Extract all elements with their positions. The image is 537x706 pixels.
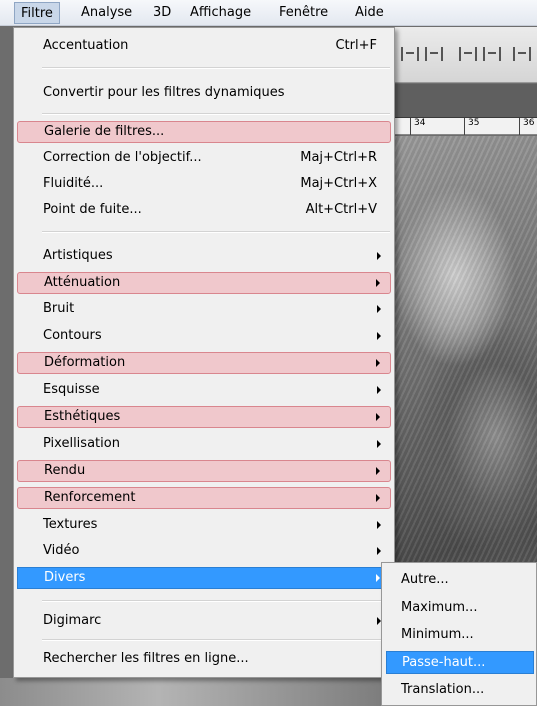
menu-item-label: Pixellisation xyxy=(43,436,120,451)
submenu-arrow-icon xyxy=(376,413,380,421)
menu-fenetre[interactable]: Fenêtre xyxy=(273,2,334,24)
menu-separator xyxy=(42,67,390,69)
image-canvas-lower[interactable] xyxy=(0,678,395,706)
menu-item-label: Point de fuite... xyxy=(43,202,142,217)
menu-item-esquisse[interactable]: Esquisse xyxy=(17,379,391,401)
menu-item-shortcut: Maj+Ctrl+R xyxy=(300,150,377,165)
menu-item-video[interactable]: Vidéo xyxy=(17,540,391,562)
submenu-arrow-icon xyxy=(377,305,381,313)
submenu-arrow-icon xyxy=(377,547,381,555)
menu-item-label: Esthétiques xyxy=(44,409,121,424)
menu-item-label: Contours xyxy=(43,328,102,343)
menu-item-label: Vidéo xyxy=(43,543,80,558)
menu-item-artistiques[interactable]: Artistiques xyxy=(17,245,391,267)
menu-item-label: Fluidité... xyxy=(43,176,104,191)
menu-analyse[interactable]: Analyse xyxy=(75,2,138,24)
ruler-tick: 34 xyxy=(410,118,425,135)
menu-filtre[interactable]: Filtre xyxy=(14,2,60,24)
menu-aide[interactable]: Aide xyxy=(349,2,390,24)
menu-item-label: Esquisse xyxy=(43,382,100,397)
menu-item-renforcement[interactable]: Renforcement xyxy=(17,487,391,509)
submenu-arrow-icon xyxy=(376,279,380,287)
menu-item-contours[interactable]: Contours xyxy=(17,325,391,347)
menu-item-label: Artistiques xyxy=(43,248,113,263)
submenu-arrow-icon xyxy=(377,440,381,448)
menu-item-label: Accentuation xyxy=(43,38,129,53)
menu-3d[interactable]: 3D xyxy=(147,2,177,24)
menu-bar: Filtre Analyse 3D Affichage Fenêtre Aide xyxy=(0,0,537,26)
menu-item-digimarc[interactable]: Digimarc xyxy=(17,610,391,632)
menu-affichage[interactable]: Affichage xyxy=(184,2,257,24)
menu-item-label: Convertir pour les filtres dynamiques xyxy=(43,85,285,100)
menu-item-label: Déformation xyxy=(44,355,126,370)
submenu-arrow-icon xyxy=(376,359,380,367)
menu-item-label: Textures xyxy=(43,517,98,532)
menu-separator xyxy=(42,639,390,641)
menu-item-rechercher-en-ligne[interactable]: Rechercher les filtres en ligne... xyxy=(17,648,391,670)
menu-item-label: Digimarc xyxy=(43,613,102,628)
distribute-left-icon[interactable] xyxy=(459,47,477,61)
menu-item-label: Atténuation xyxy=(44,275,121,290)
menu-item-rendu[interactable]: Rendu xyxy=(17,460,391,482)
menu-item-shortcut: Alt+Ctrl+V xyxy=(305,202,377,217)
menu-item-fluidite[interactable]: Fluidité... Maj+Ctrl+X xyxy=(17,173,391,195)
menu-item-label: Rendu xyxy=(44,463,86,478)
submenu-arrow-icon xyxy=(377,386,381,394)
submenu-arrow-icon xyxy=(376,494,380,502)
menu-separator xyxy=(42,231,390,233)
menu-item-label: Divers xyxy=(44,570,86,585)
menu-item-pixellisation[interactable]: Pixellisation xyxy=(17,433,391,455)
submenu-item-minimum[interactable]: Minimum... xyxy=(386,623,534,646)
submenu-arrow-icon xyxy=(377,332,381,340)
submenu-item-autre[interactable]: Autre... xyxy=(386,568,534,591)
submenu-arrow-icon xyxy=(376,574,380,582)
horizontal-ruler: 34 35 36 xyxy=(395,118,537,135)
menu-item-divers[interactable]: Divers xyxy=(17,567,391,589)
filter-menu: Accentuation Ctrl+F Convertir pour les f… xyxy=(13,27,395,678)
ruler-tick: 36 xyxy=(519,118,534,135)
menu-item-correction[interactable]: Correction de l'objectif... Maj+Ctrl+R xyxy=(17,147,391,169)
menu-item-esthetiques[interactable]: Esthétiques xyxy=(17,406,391,428)
menu-item-shortcut: Maj+Ctrl+X xyxy=(300,176,377,191)
distribute-top-icon[interactable] xyxy=(401,47,419,61)
submenu-arrow-icon xyxy=(376,467,380,475)
submenu-item-passe-haut[interactable]: Passe-haut... xyxy=(386,651,534,674)
menu-item-convert-smart-filters[interactable]: Convertir pour les filtres dynamiques xyxy=(17,82,391,104)
menu-item-label: Rechercher les filtres en ligne... xyxy=(43,651,249,666)
distribute-hcenter-icon[interactable] xyxy=(483,47,501,61)
menu-separator xyxy=(42,113,390,115)
options-bar xyxy=(395,27,537,83)
submenu-arrow-icon xyxy=(377,521,381,529)
menu-item-label: Galerie de filtres... xyxy=(44,124,165,139)
ruler-tick: 35 xyxy=(464,118,479,135)
menu-item-point-de-fuite[interactable]: Point de fuite... Alt+Ctrl+V xyxy=(17,199,391,221)
menu-item-shortcut: Ctrl+F xyxy=(335,38,377,53)
menu-item-attenuation[interactable]: Atténuation xyxy=(17,272,391,294)
submenu-item-translation[interactable]: Translation... xyxy=(386,678,534,701)
menu-item-label: Renforcement xyxy=(44,490,136,505)
menu-item-deformation[interactable]: Déformation xyxy=(17,352,391,374)
menu-item-last-filter[interactable]: Accentuation Ctrl+F xyxy=(17,35,391,57)
menu-item-label: Bruit xyxy=(43,301,75,316)
menu-item-bruit[interactable]: Bruit xyxy=(17,298,391,320)
submenu-item-maximum[interactable]: Maximum... xyxy=(386,596,534,619)
menu-item-textures[interactable]: Textures xyxy=(17,514,391,536)
divers-submenu: Autre... Maximum... Minimum... Passe-hau… xyxy=(381,562,537,706)
submenu-arrow-icon xyxy=(377,252,381,260)
menu-item-galerie[interactable]: Galerie de filtres... xyxy=(17,121,391,143)
document-tab-strip xyxy=(395,84,537,118)
menu-item-label: Correction de l'objectif... xyxy=(43,150,202,165)
menu-separator xyxy=(42,600,390,602)
distribute-right-icon[interactable] xyxy=(513,47,531,61)
distribute-vcenter-icon[interactable] xyxy=(425,47,443,61)
